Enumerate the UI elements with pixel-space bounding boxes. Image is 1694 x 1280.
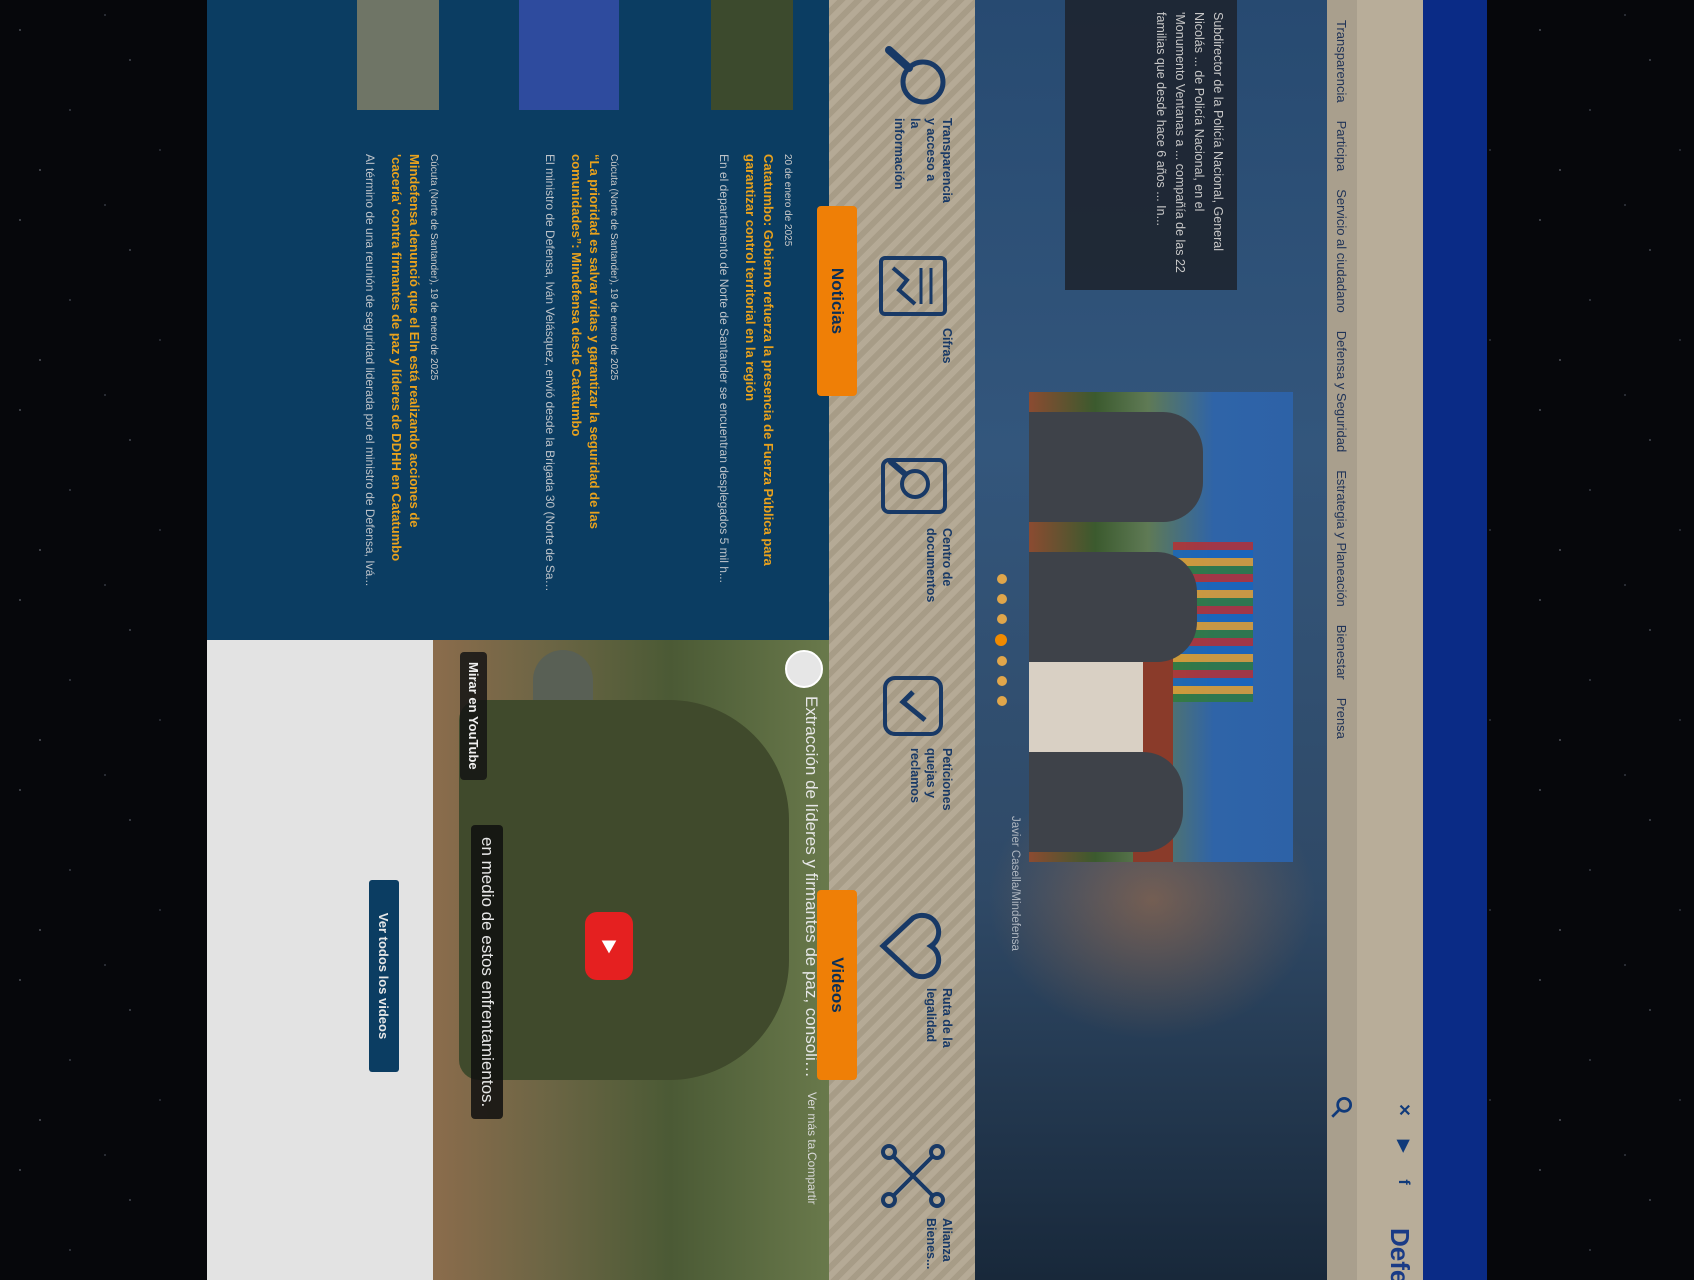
see-all-videos-button[interactable]: Ver todos los videos [369, 880, 399, 1072]
quick-link-label: Alianza Bienes... [924, 1218, 954, 1270]
quick-link-centro-documentos[interactable]: Centro de documentos [835, 410, 965, 602]
quick-link-transparencia[interactable]: Transparencia y acceso a la información [835, 0, 965, 203]
nav-defensa-seguridad[interactable]: Defensa y Seguridad [1335, 331, 1350, 452]
officer [1029, 412, 1203, 522]
channel-avatar[interactable] [785, 650, 823, 688]
videos-section: Videos Extracción de líderes y firmantes… [207, 640, 857, 1280]
news-headline[interactable]: Catatumbo: Gobierno refuerza la presenci… [741, 154, 777, 574]
site-header: Defensa ✕ ▶ f [1357, 0, 1423, 1280]
news-title: Noticias [817, 206, 857, 396]
news-thumbnail [357, 0, 439, 110]
nav-estrategia[interactable]: Estrategia y Planeación [1335, 470, 1350, 607]
search-icon[interactable] [1329, 1094, 1355, 1120]
heart-icon [879, 912, 942, 980]
carousel-dot[interactable] [997, 594, 1007, 604]
news-headline[interactable]: “La prioridad es salvar vidas y garantiz… [567, 154, 603, 574]
network-icon [881, 1144, 945, 1208]
nav-bienestar[interactable]: Bienestar [1335, 625, 1350, 680]
main-nav: Transparencia Participa Servicio al ciud… [1327, 0, 1357, 1280]
video-more-link[interactable]: Ver más ta... [805, 1092, 819, 1159]
watch-on-youtube[interactable]: Mirar en YouTube [460, 652, 487, 780]
news-headline[interactable]: Mindefensa denunció que el Eln está real… [387, 154, 423, 574]
nav-servicio-ciudadano[interactable]: Servicio al ciudadano [1335, 189, 1350, 313]
document-chart-icon [879, 256, 947, 316]
videos-title: Videos [817, 890, 857, 1080]
carousel-dot[interactable] [997, 656, 1007, 666]
carousel-dot[interactable] [997, 574, 1007, 584]
news-section: Noticias 20 de enero de 2025 Catatumbo: … [207, 0, 857, 640]
quick-link-alianza[interactable]: Alianza Bienes... [835, 1100, 965, 1280]
soldier [459, 700, 789, 1080]
hero-carousel: Subdirector de la Policía Nacional, Gene… [975, 0, 1327, 1280]
youtube-icon[interactable]: ▶ [1393, 1136, 1413, 1156]
carousel-dot[interactable] [997, 676, 1007, 686]
news-date: 20 de enero de 2025 [782, 154, 793, 247]
hand-check-icon [883, 676, 943, 736]
quick-link-label: Cifras [940, 328, 954, 364]
document-search-icon [881, 458, 947, 514]
news-thumbnail [519, 0, 619, 110]
quick-link-label: Ruta de la legalidad [924, 988, 954, 1048]
officer [1029, 552, 1197, 662]
carousel-dot[interactable] [997, 614, 1007, 624]
quick-link-label: Centro de documentos [924, 528, 954, 603]
news-date: Cúcuta (Norte de Santander), 19 de enero… [608, 154, 619, 381]
carousel-dot[interactable] [997, 696, 1007, 706]
hero-photo[interactable] [1029, 392, 1293, 862]
x-icon[interactable]: ✕ [1393, 1100, 1413, 1120]
nav-prensa[interactable]: Prensa [1335, 698, 1350, 739]
video-player[interactable]: Extracción de líderes y firmantes de paz… [433, 640, 829, 1280]
photo-credit: Javier Casella/Mindefensa [1009, 816, 1021, 951]
news-thumbnail [711, 0, 793, 110]
video-share-button[interactable]: Compartir [805, 1152, 819, 1205]
quick-link-label: Peticiones quejas y reclamos [908, 748, 954, 811]
news-excerpt: En el departamento de Norte de Santander… [717, 154, 731, 583]
carousel-dot-active[interactable] [995, 634, 1007, 646]
site-brand[interactable]: Defensa [1384, 1228, 1415, 1280]
hero-caption: Subdirector de la Policía Nacional, Gene… [1065, 0, 1237, 290]
officer [1029, 752, 1183, 852]
video-caption: en medio de estos enfrentamientos. [471, 825, 503, 1120]
rotated-browser-page: Defensa ✕ ▶ f Transparencia Participa Se… [207, 0, 1487, 1280]
news-excerpt: Al término de una reunión de seguridad l… [363, 154, 377, 587]
facebook-icon[interactable]: f [1393, 1172, 1413, 1192]
news-date: Cúcuta (Norte de Santander), 19 de enero… [428, 154, 439, 381]
gov-top-bar [1423, 0, 1487, 1280]
quick-link-pqr[interactable]: Peticiones quejas y reclamos [835, 630, 965, 811]
quick-links-band: Transparencia y acceso a la información … [829, 0, 975, 1280]
news-excerpt: El ministro de Defensa, Iván Velásquez, … [543, 154, 557, 594]
carousel-dots [995, 574, 1007, 706]
quick-link-label: Transparencia y acceso a la información [892, 118, 954, 203]
nav-transparencia[interactable]: Transparencia [1335, 20, 1350, 103]
play-icon [601, 940, 617, 954]
search-icon [885, 46, 946, 105]
nav-participa[interactable]: Participa [1335, 121, 1350, 172]
play-button[interactable] [585, 912, 633, 980]
social-links: ✕ ▶ f [1393, 1100, 1413, 1192]
